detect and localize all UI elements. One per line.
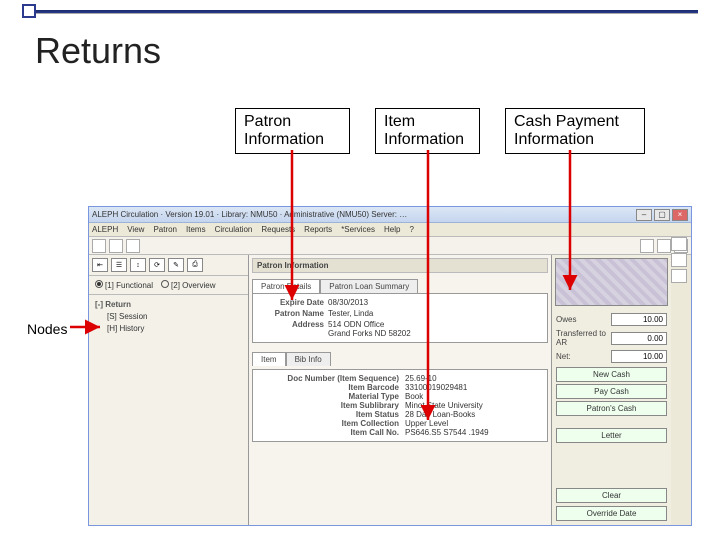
- override-date-button[interactable]: Override Date: [556, 506, 667, 521]
- letter-button[interactable]: Letter: [556, 428, 667, 443]
- value-item-call-no: PS646.S5 S7544 .1949: [405, 428, 541, 437]
- label-doc-number: Doc Number (Item Sequence): [259, 374, 399, 383]
- tab-patron-loan-summary[interactable]: Patron Loan Summary: [320, 279, 418, 293]
- value-expire-date: 08/30/2013: [328, 298, 541, 307]
- label-owes: Owes: [556, 315, 611, 324]
- toolbar-icon[interactable]: [657, 239, 671, 253]
- item-info-box: Doc Number (Item Sequence) 25.69-10 Item …: [252, 369, 548, 442]
- menu-aleph[interactable]: ALEPH: [92, 225, 118, 234]
- maximize-button[interactable]: ▢: [654, 209, 670, 221]
- nav-button[interactable]: ⟳: [149, 258, 165, 272]
- nav-button[interactable]: ✎: [168, 258, 184, 272]
- menu-help-icon[interactable]: ?: [409, 225, 413, 234]
- label-patron-name: Patron Name: [259, 309, 324, 318]
- label-item-barcode: Item Barcode: [259, 383, 399, 392]
- menu-help[interactable]: Help: [384, 225, 400, 234]
- patron-section-title: Patron Information: [257, 261, 329, 270]
- value-net: 10.00: [611, 350, 667, 363]
- callout-item-info: Item Information: [375, 108, 480, 154]
- nav-button[interactable]: ⇤: [92, 258, 108, 272]
- right-tool-icon[interactable]: [671, 237, 687, 251]
- radio-functional-label: [1] Functional: [105, 281, 153, 290]
- value-patron-name: Tester, Linda: [328, 309, 541, 318]
- menu-patron[interactable]: Patron: [153, 225, 177, 234]
- tree-root-return[interactable]: [-] Return: [95, 299, 242, 311]
- toolbar-icon[interactable]: [92, 239, 106, 253]
- value-owes: 10.00: [611, 313, 667, 326]
- label-item-sublibrary: Item Sublibrary: [259, 401, 399, 410]
- label-expire-date: Expire Date: [259, 298, 324, 307]
- value-item-collection: Upper Level: [405, 419, 541, 428]
- left-nav-pane: ⇤ ☰ ↕ ⟳ ✎ ⎙ [1] Functional [2] Overview …: [89, 255, 249, 525]
- callout-cash-info: Cash Payment Information: [505, 108, 645, 154]
- tab-patron-details[interactable]: Patron Details: [252, 279, 320, 293]
- slide-title: Returns: [35, 30, 161, 72]
- toolbar-icon[interactable]: [640, 239, 654, 253]
- pay-cash-button[interactable]: Pay Cash: [556, 384, 667, 399]
- slide-accent-bar: [22, 10, 698, 14]
- label-item-status: Item Status: [259, 410, 399, 419]
- patrons-cash-button[interactable]: Patron's Cash: [556, 401, 667, 416]
- label-transferred: Transferred to AR: [556, 329, 611, 347]
- clear-button[interactable]: Clear: [556, 488, 667, 503]
- menu-view[interactable]: View: [127, 225, 144, 234]
- tab-bib-info[interactable]: Bib Info: [286, 352, 331, 366]
- menu-circulation[interactable]: Circulation: [215, 225, 253, 234]
- nav-button[interactable]: ⎙: [187, 258, 203, 272]
- window-title-text: ALEPH Circulation · Version 19.01 · Libr…: [92, 210, 407, 219]
- center-pane: Patron Information Patron Details Patron…: [249, 255, 551, 525]
- minimize-button[interactable]: –: [636, 209, 652, 221]
- value-item-sublibrary: Minot State University: [405, 401, 541, 410]
- value-doc-number: 25.69-10: [405, 374, 541, 383]
- radio-overview[interactable]: [161, 280, 169, 288]
- right-tool-icon[interactable]: [671, 269, 687, 283]
- slide-bullet-icon: [22, 4, 36, 18]
- patron-section-header: Patron Information: [252, 258, 548, 273]
- menu-requests[interactable]: Requests: [261, 225, 295, 234]
- menu-reports[interactable]: Reports: [304, 225, 332, 234]
- label-material-type: Material Type: [259, 392, 399, 401]
- label-address: Address: [259, 320, 324, 338]
- toolbar-icon[interactable]: [126, 239, 140, 253]
- toolbar: [89, 237, 691, 255]
- app-window: ALEPH Circulation · Version 19.01 · Libr…: [88, 206, 692, 526]
- callout-patron-info: Patron Information: [235, 108, 350, 154]
- toolbar-icon[interactable]: [109, 239, 123, 253]
- menu-services[interactable]: *Services: [341, 225, 375, 234]
- menu-bar: ALEPH View Patron Items Circulation Requ…: [89, 223, 691, 237]
- close-button[interactable]: ×: [672, 209, 688, 221]
- value-material-type: Book: [405, 392, 541, 401]
- value-item-status: 28 Day Loan-Books: [405, 410, 541, 419]
- patron-details-box: Expire Date 08/30/2013 Patron Name Teste…: [252, 293, 548, 343]
- radio-functional[interactable]: [95, 280, 103, 288]
- value-item-barcode: 33100019029481: [405, 383, 541, 392]
- nav-tree: [-] Return [S] Session [H] History: [89, 295, 248, 339]
- callout-nodes: Nodes: [22, 318, 72, 340]
- label-item-collection: Item Collection: [259, 419, 399, 428]
- window-titlebar: ALEPH Circulation · Version 19.01 · Libr…: [89, 207, 691, 223]
- tree-node-session[interactable]: [S] Session: [95, 311, 242, 323]
- nav-button[interactable]: ☰: [111, 258, 127, 272]
- menu-items[interactable]: Items: [186, 225, 206, 234]
- value-transferred: 0.00: [611, 332, 667, 345]
- label-item-call-no: Item Call No.: [259, 428, 399, 437]
- right-action-pane: Owes 10.00 Transferred to AR 0.00 Net: 1…: [551, 255, 671, 525]
- new-cash-button[interactable]: New Cash: [556, 367, 667, 382]
- nav-button[interactable]: ↕: [130, 258, 146, 272]
- tree-node-history[interactable]: [H] History: [95, 323, 242, 335]
- tab-item[interactable]: Item: [252, 352, 286, 366]
- right-tool-strip: [671, 237, 689, 283]
- label-net: Net:: [556, 352, 611, 361]
- cover-thumbnail: [555, 258, 668, 306]
- right-tool-icon[interactable]: [671, 253, 687, 267]
- value-address: 514 ODN Office Grand Forks ND 58202: [328, 320, 541, 338]
- radio-overview-label: [2] Overview: [171, 281, 215, 290]
